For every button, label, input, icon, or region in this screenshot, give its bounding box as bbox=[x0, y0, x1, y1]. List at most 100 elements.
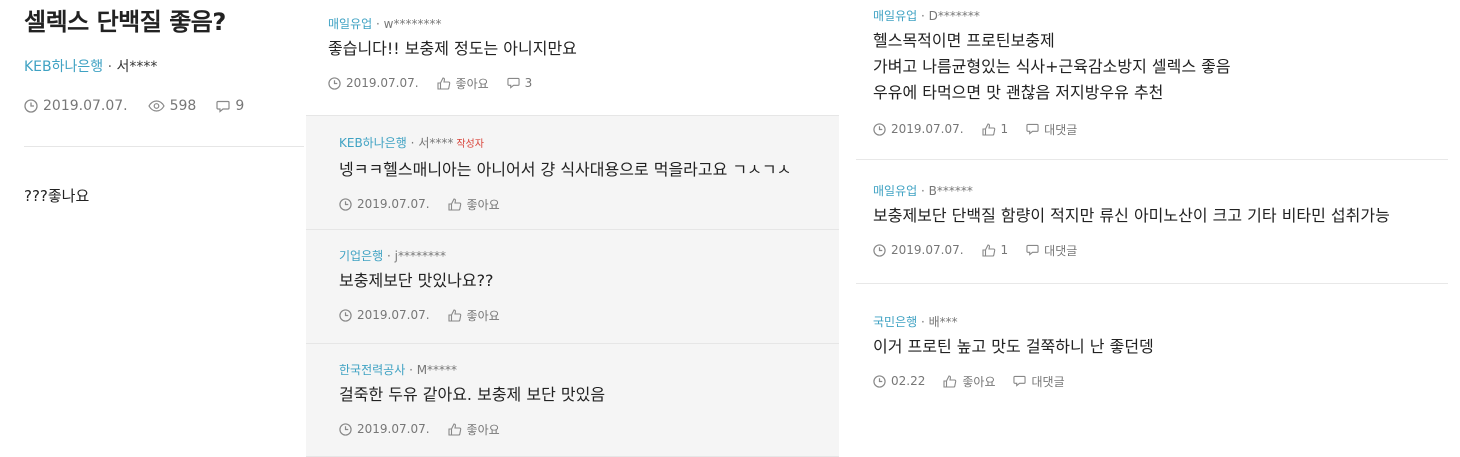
comment-date-text: 2019.07.07. bbox=[357, 422, 430, 436]
thumbs-up-icon bbox=[981, 122, 995, 136]
comment-company[interactable]: 한국전력공사 bbox=[339, 363, 405, 377]
clock-icon bbox=[873, 243, 886, 257]
author-separator: · bbox=[103, 59, 117, 75]
comment-author: 매일유업 · B****** bbox=[873, 184, 973, 198]
post-views: 598 bbox=[147, 98, 196, 114]
writer-badge: 작성자 bbox=[456, 139, 484, 150]
like-label: 좋아요 bbox=[466, 197, 500, 212]
like-button[interactable]: 1 bbox=[981, 122, 1008, 136]
comment-text: 걸죽한 두유 같아요. 보충제 보단 맛있음 bbox=[339, 382, 817, 408]
thumbs-up-icon bbox=[981, 243, 995, 257]
post-date: 2019.07.07. bbox=[24, 98, 128, 114]
comment-icon bbox=[1013, 375, 1027, 387]
like-button[interactable]: 좋아요 bbox=[436, 75, 489, 92]
post-author-company[interactable]: KEB하나은행 bbox=[24, 59, 103, 75]
comment-company[interactable]: 매일유업 bbox=[328, 17, 372, 31]
post-title: 셀렉스 단백질 좋음? bbox=[24, 8, 226, 36]
clock-icon bbox=[873, 374, 886, 388]
like-button[interactable]: 좋아요 bbox=[447, 421, 500, 438]
reply-label: 대댓글 bbox=[1044, 243, 1078, 258]
comment: 매일유업 · w******** 좋습니다!! 보충제 정도는 아니지만요 20… bbox=[306, 0, 839, 115]
comment-text-line: 우유에 타먹으면 맛 괜찮음 저지방우유 추천 bbox=[873, 83, 1164, 102]
comment-author-name: D******* bbox=[928, 9, 980, 23]
like-button[interactable]: 1 bbox=[981, 243, 1009, 257]
thumbs-up-icon bbox=[447, 422, 461, 436]
comment-reply: 기업은행 · j******** 보충제보단 맛있나요?? 2019.07.07… bbox=[306, 229, 839, 343]
comment-date: 2019.07.07. bbox=[339, 422, 430, 436]
post-comments: 9 bbox=[216, 98, 244, 114]
comment-text: 헬스목적이면 프로틴보충제 가벼고 나름균형있는 식사+근육감소방지 셀렉스 좋… bbox=[873, 28, 1432, 106]
comment-meta: 2019.07.07. 좋아요 bbox=[339, 306, 817, 324]
reply-button[interactable]: 대댓글 bbox=[1026, 121, 1077, 138]
comment-meta: 2019.07.07. 좋아요 bbox=[339, 420, 817, 438]
comment: 국민은행 · 배*** 이거 프로틴 높고 맛도 걸쭉하니 난 좋던뎅 02.2… bbox=[856, 284, 1448, 404]
reply-label: 대댓글 bbox=[1031, 374, 1065, 389]
comment-meta: 2019.07.07. 1 대댓글 bbox=[873, 241, 1432, 259]
like-button[interactable]: 좋아요 bbox=[943, 373, 995, 390]
comment-meta: 2019.07.07. 1 대댓글 bbox=[873, 120, 1432, 138]
comment-meta: 02.22 좋아요 대댓글 bbox=[873, 372, 1432, 390]
comment-company[interactable]: 국민은행 bbox=[873, 315, 917, 329]
comment-author: 매일유업 · D******* bbox=[873, 9, 980, 23]
comment-date: 2019.07.07. bbox=[339, 197, 430, 211]
comment-text-line: 가벼고 나름균형있는 식사+근육감소방지 셀렉스 좋음 bbox=[873, 57, 1231, 76]
comment-author-name: w******** bbox=[383, 17, 442, 31]
like-label: 좋아요 bbox=[466, 422, 500, 437]
comment-text-line: 보충제보단 맛있나요?? bbox=[339, 271, 494, 290]
comment-date-text: 2019.07.07. bbox=[346, 76, 419, 90]
thumbs-up-icon bbox=[943, 374, 957, 388]
post-author-name: 서**** bbox=[116, 59, 158, 75]
thumbs-up-icon bbox=[447, 197, 461, 211]
comment-author: 기업은행 · j******** bbox=[339, 249, 446, 263]
comment-company[interactable]: 매일유업 bbox=[873, 9, 917, 23]
comment-icon bbox=[1026, 123, 1039, 135]
comment-icon bbox=[1026, 244, 1039, 256]
comment-author-name: 서**** bbox=[418, 136, 454, 150]
reply-button[interactable]: 3 bbox=[507, 76, 533, 90]
comment-icon bbox=[507, 77, 520, 89]
comment-text: 보충제보단 단백질 함량이 적지만 류신 아미노산이 크고 기타 비타민 섭취가… bbox=[873, 203, 1432, 229]
comment-text: 넹ㅋㅋ헬스매니아는 아니어서 걍 식사대용으로 먹을라고요 ㄱㅅㄱㅅ bbox=[339, 157, 817, 183]
comment-date-text: 2019.07.07. bbox=[891, 122, 964, 136]
clock-icon bbox=[339, 308, 352, 322]
comment-text-line: 보충제보단 단백질 함량이 적지만 류신 아미노산이 크고 기타 비타민 섭취가… bbox=[873, 206, 1390, 225]
like-button[interactable]: 좋아요 bbox=[447, 307, 500, 324]
comment-date-text: 2019.07.07. bbox=[891, 243, 964, 257]
like-button[interactable]: 좋아요 bbox=[447, 196, 500, 213]
clock-icon bbox=[873, 122, 886, 136]
comment-date-text: 2019.07.07. bbox=[357, 197, 430, 211]
post-author: KEB하나은행 · 서**** bbox=[24, 56, 304, 76]
comment-column-right: 매일유업 · D******* 헬스목적이면 프로틴보충제 가벼고 나름균형있는… bbox=[856, 0, 1448, 404]
comment-meta: 2019.07.07. 좋아요 3 bbox=[328, 74, 817, 92]
comment-date: 2019.07.07. bbox=[328, 76, 419, 90]
reply-count: 3 bbox=[524, 76, 533, 90]
clock-icon bbox=[339, 422, 352, 436]
post-body: ???좋나요 bbox=[24, 187, 90, 205]
comment-company[interactable]: 기업은행 bbox=[339, 249, 383, 263]
post: 셀렉스 단백질 좋음? KEB하나은행 · 서**** 2019.07.07. … bbox=[24, 0, 304, 206]
reply-label: 대댓글 bbox=[1044, 122, 1078, 137]
comment-author: KEB하나은행 · 서**** 작성자 bbox=[339, 136, 484, 150]
thumbs-up-icon bbox=[447, 308, 461, 322]
clock-icon bbox=[328, 76, 341, 90]
reply-button[interactable]: 대댓글 bbox=[1013, 373, 1065, 390]
like-label: 좋아요 bbox=[455, 76, 489, 91]
comment-author-name: M***** bbox=[416, 363, 458, 377]
eye-icon bbox=[147, 100, 165, 112]
comment-date-text: 02.22 bbox=[891, 374, 926, 388]
like-count: 1 bbox=[1000, 243, 1009, 257]
comment-author: 국민은행 · 배*** bbox=[873, 315, 958, 329]
comment-icon bbox=[216, 100, 230, 113]
comment-date: 2019.07.07. bbox=[873, 122, 964, 136]
comment: 매일유업 · B****** 보충제보단 단백질 함량이 적지만 류신 아미노산… bbox=[856, 160, 1448, 284]
comment-company[interactable]: 매일유업 bbox=[873, 184, 917, 198]
reply-button[interactable]: 대댓글 bbox=[1026, 242, 1077, 259]
comment-author-name: 배*** bbox=[928, 315, 958, 329]
comment-text-line: 걸죽한 두유 같아요. 보충제 보단 맛있음 bbox=[339, 385, 606, 404]
comment-reply: KEB하나은행 · 서**** 작성자 넹ㅋㅋ헬스매니아는 아니어서 걍 식사대용… bbox=[306, 115, 839, 229]
clock-icon bbox=[339, 197, 352, 211]
comment: 매일유업 · D******* 헬스목적이면 프로틴보충제 가벼고 나름균형있는… bbox=[856, 0, 1448, 160]
comment-company[interactable]: KEB하나은행 bbox=[339, 136, 407, 150]
post-date-text: 2019.07.07. bbox=[43, 98, 128, 114]
comment-text: 이거 프로틴 높고 맛도 걸쭉하니 난 좋던뎅 bbox=[873, 334, 1432, 360]
